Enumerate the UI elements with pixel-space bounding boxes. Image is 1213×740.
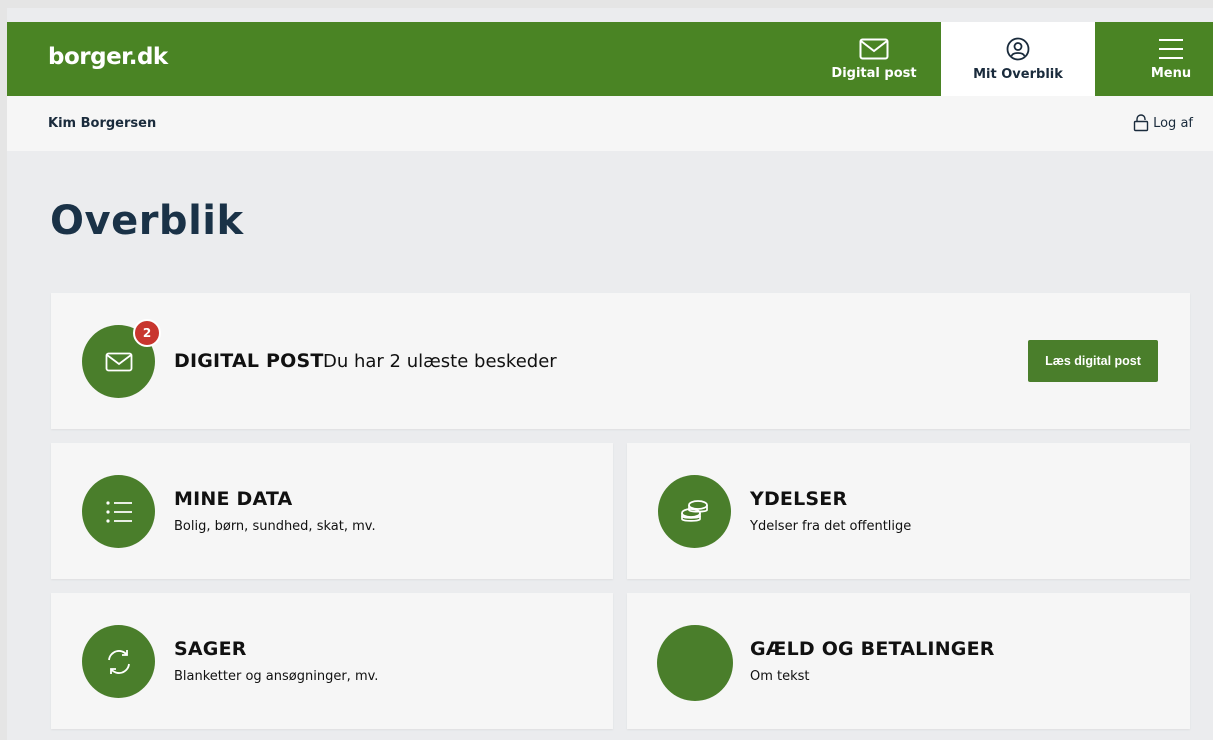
ydelser-icon-circle — [658, 475, 731, 548]
sager-card[interactable]: SAGER Blanketter og ansøgninger, mv. — [51, 593, 613, 729]
coins-icon — [680, 499, 708, 522]
user-circle-icon — [1006, 37, 1030, 60]
page-title: Overblik — [50, 198, 244, 244]
nav-digital-post-button[interactable]: Digital post — [807, 22, 941, 96]
page: borger.dk Digital post Mit Overblik Menu — [7, 8, 1213, 740]
nav-overblik-button[interactable]: Mit Overblik — [941, 22, 1095, 103]
sager-title: SAGER — [174, 638, 247, 660]
logout-label: Log af — [1153, 115, 1193, 131]
digital-post-message: Du har 2 ulæste beskeder — [323, 351, 557, 372]
list-icon — [105, 500, 132, 523]
site-logo[interactable]: borger.dk — [48, 44, 168, 70]
lock-icon — [1133, 114, 1149, 132]
nav-overblik-label: Mit Overblik — [973, 66, 1063, 82]
logout-link[interactable]: Log af — [1133, 114, 1193, 132]
nav-menu-label: Menu — [1150, 65, 1192, 81]
ydelser-title: YDELSER — [750, 488, 848, 510]
read-digital-post-button[interactable]: Læs digital post — [1028, 340, 1158, 382]
gaeld-title: GÆLD OG BETALINGER — [750, 638, 995, 660]
mine-data-title: MINE DATA — [174, 488, 293, 510]
envelope-icon — [859, 38, 889, 59]
ydelser-card[interactable]: YDELSER Ydelser fra det offentlige — [627, 443, 1190, 579]
digital-post-title: DIGITAL POST — [174, 350, 324, 372]
refresh-icon — [107, 649, 130, 674]
unread-count-badge: 2 — [133, 319, 161, 347]
sager-icon-circle — [82, 625, 155, 698]
ydelser-subtitle: Ydelser fra det offentlige — [750, 519, 912, 534]
gaeld-subtitle: Om tekst — [750, 669, 810, 684]
gaeld-icon-circle — [657, 625, 733, 701]
gaeld-card[interactable]: GÆLD OG BETALINGER Om tekst — [627, 593, 1190, 729]
user-name: Kim Borgersen — [48, 116, 157, 131]
nav-digital-post-label: Digital post — [831, 65, 917, 81]
mine-data-subtitle: Bolig, børn, sundhed, skat, mv. — [174, 519, 376, 534]
mine-data-card[interactable]: MINE DATA Bolig, børn, sundhed, skat, mv… — [51, 443, 613, 579]
envelope-icon — [105, 352, 132, 371]
user-bar: Kim Borgersen Log af — [7, 96, 1213, 151]
mine-data-icon-circle — [82, 475, 155, 548]
top-header: borger.dk Digital post Mit Overblik Menu — [7, 22, 1213, 103]
digital-post-card[interactable]: DIGITAL POST Du har 2 ulæste beskeder Læ… — [51, 293, 1190, 429]
hamburger-icon — [1159, 38, 1183, 59]
sager-subtitle: Blanketter og ansøgninger, mv. — [174, 669, 379, 684]
nav-menu-button[interactable]: Menu — [1133, 22, 1209, 96]
